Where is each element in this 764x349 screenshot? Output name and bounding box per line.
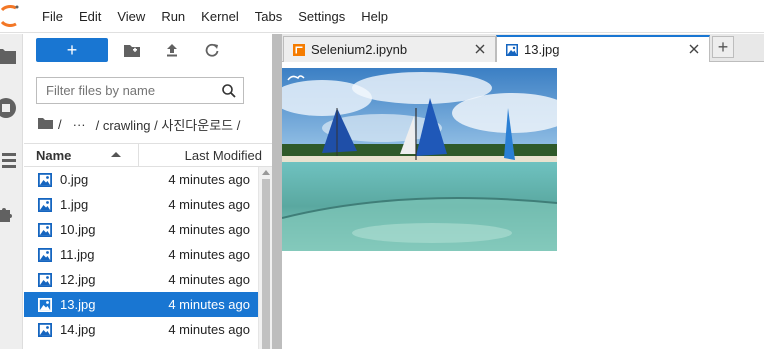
filter-files-field[interactable] [36,77,244,104]
menu-settings[interactable]: Settings [290,0,353,33]
menu-kernel[interactable]: Kernel [193,0,247,33]
file-modified: 4 minutes ago [168,322,250,337]
image-file-icon [38,172,52,187]
file-modified: 4 minutes ago [168,247,250,262]
scroll-up-arrow-icon[interactable] [262,170,270,175]
image-file-icon [38,322,52,337]
beach-sailboats-image [282,68,557,251]
file-row[interactable]: 1.jpg 4 minutes ago [24,192,258,217]
extension-icon[interactable] [0,202,18,226]
image-file-icon [38,272,52,287]
file-modified: 4 minutes ago [168,197,250,212]
name-column-header[interactable]: Name [36,148,138,163]
left-sidebar [0,34,23,349]
menu-tabs[interactable]: Tabs [247,0,290,33]
folder-icon[interactable] [0,44,18,68]
file-list-header: Name Last Modified [24,143,272,167]
toc-icon[interactable] [0,149,18,173]
sort-ascending-icon [111,151,121,157]
file-row[interactable]: 11.jpg 4 minutes ago [24,242,258,267]
file-row[interactable]: 13.jpg 4 minutes ago [24,292,258,317]
breadcrumb-path[interactable]: / crawling / 사진다운로드 / [96,115,241,134]
file-modified: 4 minutes ago [168,272,250,287]
menu-help[interactable]: Help [353,0,396,33]
main-area: Selenium2.ipynb 13.jpg + [282,34,764,349]
close-icon[interactable] [474,43,486,55]
notebook-icon [293,43,305,56]
refresh-icon[interactable] [202,40,222,60]
file-name: 11.jpg [60,247,95,262]
menu-edit[interactable]: Edit [71,0,109,33]
file-modified: 4 minutes ago [168,172,250,187]
file-list: 0.jpg 4 minutes ago 1.jpg 4 minutes ago 10.j… [24,167,258,349]
scrollbar-thumb[interactable] [262,179,270,349]
search-icon [221,83,237,99]
file-row[interactable]: 14.jpg 4 minutes ago [24,317,258,342]
file-modified: 4 minutes ago [168,297,250,312]
filter-files-input[interactable] [46,83,216,98]
file-name: 10.jpg [60,222,96,237]
running-icon[interactable] [0,96,18,120]
tab-notebook[interactable]: Selenium2.ipynb [283,36,496,62]
jupyter-logo-icon[interactable] [0,4,24,28]
file-list-scrollbar[interactable] [258,167,272,349]
file-name: 14.jpg [60,322,96,337]
menu-view[interactable]: View [109,0,153,33]
menu-bar: File Edit View Run Kernel Tabs Settings Help [0,0,764,33]
breadcrumb: / ··· / crawling / 사진다운로드 / [38,115,245,133]
close-icon[interactable] [688,43,700,55]
image-file-icon [38,197,52,212]
file-name: 1.jpg [60,197,89,212]
tab-label: 13.jpg [524,42,560,57]
breadcrumb-ellipsis[interactable]: ··· [73,117,86,132]
file-browser: + / ··· / crawling / 사진다운로드 / Name Last … [24,34,272,349]
tab-bar: Selenium2.ipynb 13.jpg + [282,34,764,62]
file-browser-toolbar: + [36,38,266,62]
tab-label: Selenium2.ipynb [311,42,408,57]
image-file-icon [38,297,52,312]
column-divider[interactable] [138,143,139,167]
panel-splitter[interactable] [272,34,282,349]
menu-file[interactable]: File [34,0,71,33]
image-file-icon [506,43,518,56]
tab-image[interactable]: 13.jpg [496,35,710,62]
file-row[interactable]: 12.jpg 4 minutes ago [24,267,258,292]
new-launcher-button[interactable]: + [36,38,108,62]
menu-run[interactable]: Run [153,0,193,33]
upload-icon[interactable] [162,40,182,60]
add-tab-button[interactable]: + [712,36,734,58]
file-name: 13.jpg [60,297,96,312]
image-file-icon [38,222,52,237]
new-folder-icon[interactable] [122,40,142,60]
home-folder-icon[interactable] [38,117,53,132]
breadcrumb-root-separator: / [58,116,62,132]
file-name: 12.jpg [60,272,96,287]
file-row[interactable]: 0.jpg 4 minutes ago [24,167,258,192]
file-name: 0.jpg [60,172,89,187]
image-file-icon [38,247,52,262]
image-viewer [282,68,557,251]
last-modified-column-header[interactable]: Last Modified [185,148,262,163]
name-column-label: Name [36,147,72,163]
file-row[interactable]: 10.jpg 4 minutes ago [24,217,258,242]
file-modified: 4 minutes ago [168,222,250,237]
